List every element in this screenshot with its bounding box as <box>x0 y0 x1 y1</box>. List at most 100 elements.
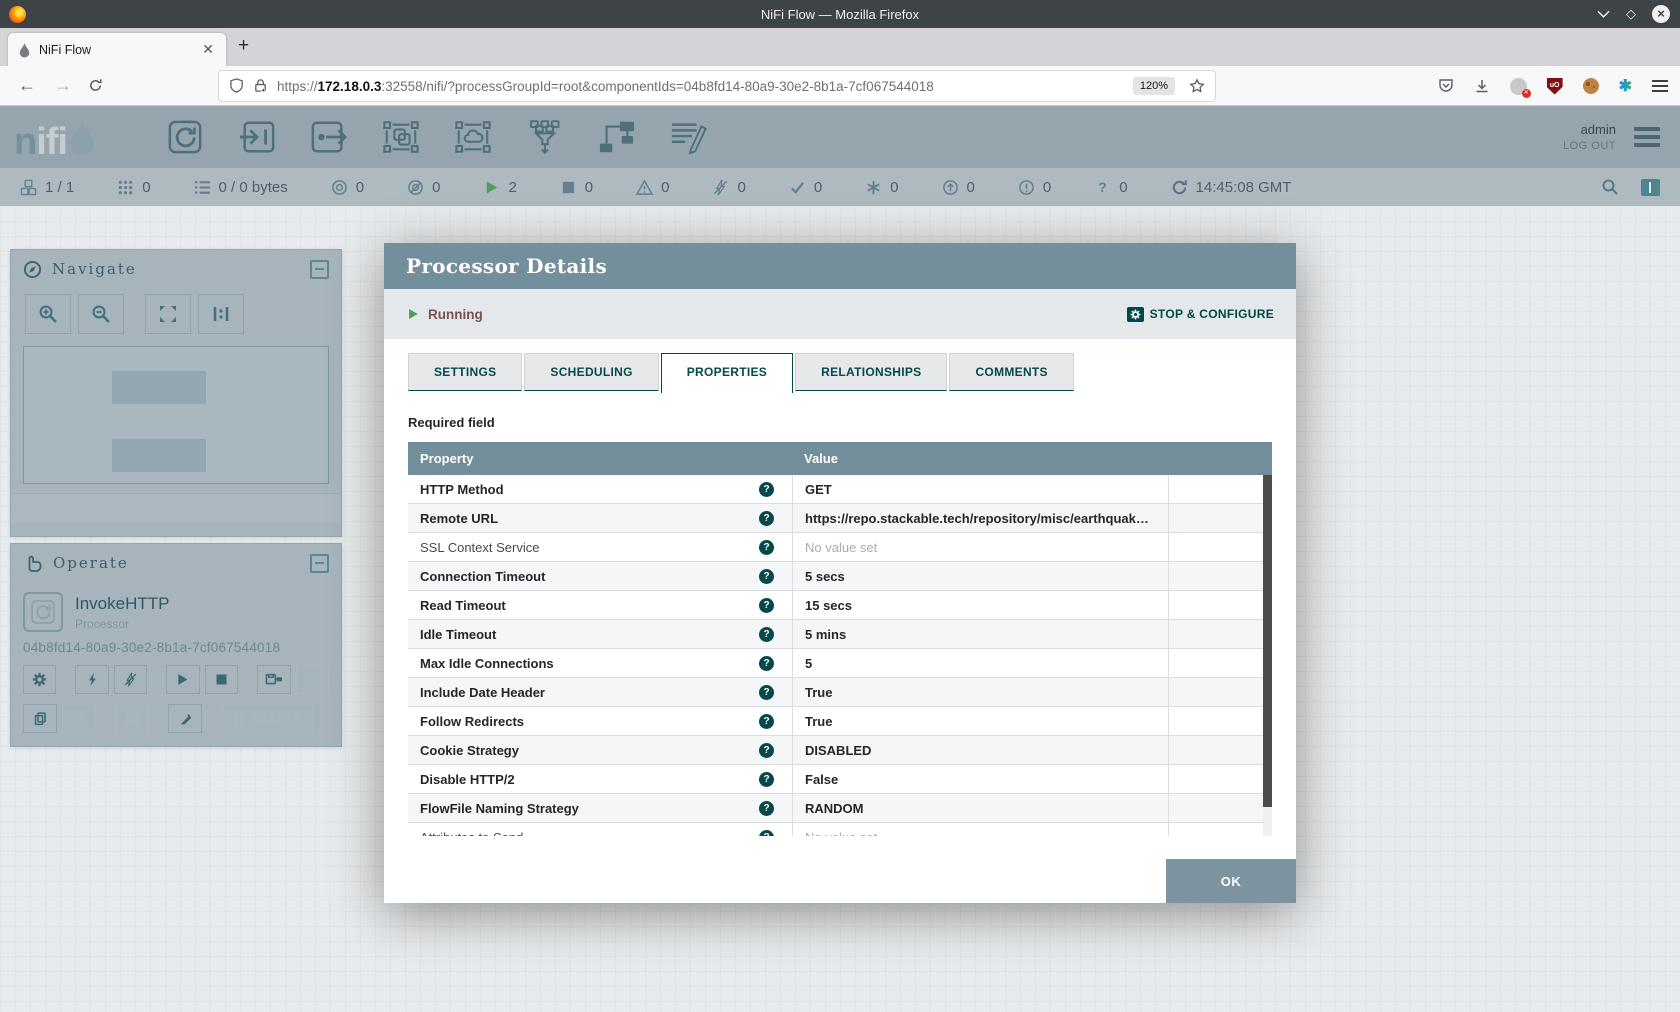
property-value[interactable]: GET <box>792 475 1168 503</box>
disable-button[interactable] <box>114 665 147 694</box>
stop-and-configure-button[interactable]: STOP & CONFIGURE <box>1127 307 1274 322</box>
zoom-out-button[interactable] <box>78 294 124 334</box>
property-value[interactable]: 5 <box>792 649 1168 677</box>
zoom-actual-size-button[interactable] <box>198 294 244 334</box>
tab-close-icon[interactable]: ✕ <box>200 41 216 58</box>
tab-relationships[interactable]: RELATIONSHIPS <box>795 353 947 391</box>
template-component-icon[interactable] <box>598 119 636 155</box>
property-value[interactable]: 5 mins <box>792 620 1168 648</box>
help-icon[interactable]: ? <box>759 627 774 642</box>
collapse-operate-icon[interactable] <box>310 554 329 573</box>
color-button[interactable] <box>168 704 202 733</box>
zoom-fit-button[interactable] <box>145 294 191 334</box>
window-maximize-icon[interactable]: ◇ <box>1626 6 1636 22</box>
help-icon[interactable]: ? <box>759 801 774 816</box>
row-spacer-cell <box>1168 562 1272 590</box>
property-value[interactable]: No value set <box>792 533 1168 561</box>
locally-modified-icon <box>865 179 882 196</box>
refresh-icon[interactable] <box>1171 179 1188 196</box>
ublock-extension-icon[interactable]: uO <box>1547 78 1563 95</box>
bulletin-panel-icon[interactable] <box>1641 179 1660 196</box>
help-icon[interactable]: ? <box>759 772 774 787</box>
window-close-icon[interactable]: × <box>1652 5 1670 23</box>
status-queued: 0 / 0 bytes <box>194 179 288 196</box>
birdseye-minimap[interactable] <box>23 346 329 484</box>
reload-button[interactable] <box>88 77 103 95</box>
tab-scheduling[interactable]: SCHEDULING <box>524 353 658 391</box>
property-value[interactable]: True <box>792 678 1168 706</box>
tab-settings[interactable]: SETTINGS <box>408 353 522 391</box>
property-name: Remote URL <box>420 511 498 526</box>
logout-link[interactable]: LOG OUT <box>1563 140 1616 152</box>
global-menu-icon[interactable] <box>1634 123 1660 151</box>
browser-tab[interactable]: NiFi Flow ✕ <box>8 33 226 66</box>
new-tab-button[interactable]: + <box>238 35 249 57</box>
group-button[interactable] <box>115 704 149 733</box>
delete-button[interactable]: DELETE <box>221 704 313 733</box>
create-template-button[interactable] <box>257 665 290 694</box>
zoom-in-button[interactable] <box>25 294 71 334</box>
minimap-node <box>112 371 206 404</box>
property-value[interactable]: True <box>792 707 1168 735</box>
extension-sparkle-icon[interactable]: ✱ <box>1619 76 1632 96</box>
downloads-icon[interactable] <box>1474 77 1490 95</box>
configure-button[interactable] <box>23 665 56 694</box>
search-icon[interactable] <box>1601 178 1619 196</box>
property-value[interactable]: https://repo.stackable.tech/repository/m… <box>792 504 1168 532</box>
input-port-component-icon[interactable] <box>238 119 276 155</box>
ok-button[interactable]: OK <box>1166 859 1296 903</box>
tab-properties[interactable]: PROPERTIES <box>661 353 793 393</box>
browser-menu-icon[interactable] <box>1652 77 1668 95</box>
property-value[interactable]: False <box>792 765 1168 793</box>
table-scrollbar-thumb[interactable] <box>1263 475 1272 807</box>
property-value[interactable]: RANDOM <box>792 794 1168 822</box>
help-icon[interactable]: ? <box>759 482 774 497</box>
account-icon[interactable] <box>1510 78 1527 95</box>
help-icon[interactable]: ? <box>759 511 774 526</box>
help-icon[interactable]: ? <box>759 569 774 584</box>
property-name: Disable HTTP/2 <box>420 772 515 787</box>
help-icon[interactable]: ? <box>759 830 774 837</box>
upload-template-button[interactable] <box>296 665 329 694</box>
property-name: Include Date Header <box>420 685 545 700</box>
status-cluster: 1 / 1 <box>20 179 74 196</box>
window-minimize-icon[interactable] <box>1597 10 1610 18</box>
help-icon[interactable]: ? <box>759 540 774 555</box>
property-value[interactable]: 15 secs <box>792 591 1168 619</box>
processor-component-icon[interactable] <box>166 119 204 155</box>
page-zoom-badge[interactable]: 120% <box>1133 77 1175 95</box>
forward-button[interactable]: → <box>54 75 72 96</box>
help-icon[interactable]: ? <box>759 743 774 758</box>
help-icon[interactable]: ? <box>759 714 774 729</box>
stopped-icon <box>560 179 577 196</box>
start-button[interactable] <box>166 665 199 694</box>
url-text[interactable]: https://172.18.0.3:32558/nifi/?processGr… <box>277 79 1133 94</box>
remote-process-group-component-icon[interactable] <box>454 119 492 155</box>
table-scrollbar[interactable] <box>1263 475 1272 836</box>
collapse-navigate-icon[interactable] <box>310 260 329 279</box>
url-bar[interactable]: https://172.18.0.3:32558/nifi/?processGr… <box>218 70 1216 102</box>
paste-button[interactable] <box>62 704 96 733</box>
help-icon[interactable]: ? <box>759 598 774 613</box>
bookmark-star-icon[interactable] <box>1189 77 1205 95</box>
enable-button[interactable] <box>75 665 108 694</box>
funnel-component-icon[interactable] <box>526 119 564 155</box>
property-value[interactable]: 5 secs <box>792 562 1168 590</box>
copy-button[interactable] <box>23 704 57 733</box>
shield-icon[interactable] <box>229 77 244 95</box>
selected-component-type: Processor <box>75 617 169 631</box>
tab-comments[interactable]: COMMENTS <box>949 353 1073 391</box>
process-group-component-icon[interactable] <box>382 119 420 155</box>
stop-button[interactable] <box>205 665 238 694</box>
output-port-component-icon[interactable] <box>310 119 348 155</box>
lock-warning-icon[interactable] <box>253 77 268 95</box>
property-value[interactable]: No value set <box>792 823 1168 836</box>
invalid-icon <box>636 179 653 196</box>
back-button[interactable]: ← <box>18 75 36 96</box>
help-icon[interactable]: ? <box>759 685 774 700</box>
cookie-extension-icon[interactable] <box>1583 78 1599 94</box>
property-value[interactable]: DISABLED <box>792 736 1168 764</box>
label-component-icon[interactable] <box>670 119 708 155</box>
help-icon[interactable]: ? <box>759 656 774 671</box>
pocket-icon[interactable] <box>1438 77 1454 95</box>
